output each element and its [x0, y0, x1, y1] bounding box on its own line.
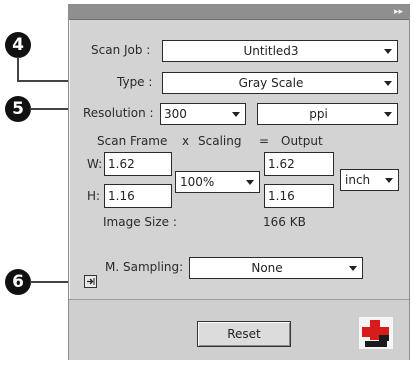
image-size-label: Image Size : — [103, 215, 177, 229]
resolution-unit-value: ppi — [309, 107, 328, 121]
equals-label: = — [259, 134, 270, 148]
panel-title-bar: ▸▸ — [69, 5, 409, 20]
callout-4-line-v — [17, 57, 19, 81]
resolution-dropdown[interactable]: 300 — [160, 103, 246, 125]
sampling-label: M. Sampling: — [105, 260, 184, 274]
callout-4: 4 — [5, 32, 31, 58]
image-size-value: 166 KB — [263, 215, 306, 229]
scaling-header: Scaling — [198, 134, 242, 148]
callout-5: 5 — [5, 96, 31, 122]
chevron-down-icon — [384, 81, 392, 86]
output-header: Output — [281, 134, 323, 148]
output-unit-value: inch — [345, 173, 371, 187]
w-label: W: — [87, 157, 103, 171]
height-input[interactable]: 1.16 — [104, 184, 172, 208]
h-label: H: — [87, 189, 101, 203]
chevron-down-icon — [385, 178, 393, 183]
resolution-label: Resolution : — [83, 106, 154, 120]
type-value: Gray Scale — [238, 76, 304, 90]
chevron-down-icon — [384, 112, 392, 117]
scan-job-label: Scan Job : — [91, 43, 151, 57]
scaling-value: 100% — [180, 175, 215, 189]
x-label: x — [182, 134, 190, 148]
width-input[interactable]: 1.62 — [104, 152, 172, 176]
resolution-unit-dropdown[interactable]: ppi — [257, 103, 398, 125]
type-label: Type : — [117, 75, 153, 89]
chevron-down-icon — [232, 112, 240, 117]
expand-icon[interactable] — [84, 275, 97, 288]
panel-menu-icon[interactable]: ▸▸ — [394, 5, 403, 19]
output-unit-dropdown[interactable]: inch — [340, 169, 399, 191]
scan-settings-panel: ▸▸ Scan Job : Untitled3 Type : Gray Scal… — [68, 4, 410, 360]
scan-frame-header: Scan Frame — [97, 134, 168, 148]
plustek-logo-icon — [359, 317, 393, 349]
reset-button[interactable]: Reset — [197, 321, 291, 347]
sampling-value: None — [251, 261, 283, 275]
scan-job-dropdown[interactable]: Untitled3 — [162, 40, 398, 62]
type-dropdown[interactable]: Gray Scale — [162, 72, 398, 94]
callout-6: 6 — [5, 269, 31, 295]
output-width-input[interactable]: 1.62 — [264, 152, 334, 176]
chevron-down-icon — [246, 180, 254, 185]
scaling-dropdown[interactable]: 100% — [175, 171, 260, 193]
sampling-dropdown[interactable]: None — [189, 257, 363, 279]
output-height-input[interactable]: 1.16 — [264, 184, 334, 208]
chevron-down-icon — [384, 49, 392, 54]
chevron-down-icon — [349, 266, 357, 271]
resolution-value: 300 — [164, 107, 187, 121]
scan-job-value: Untitled3 — [243, 44, 299, 58]
